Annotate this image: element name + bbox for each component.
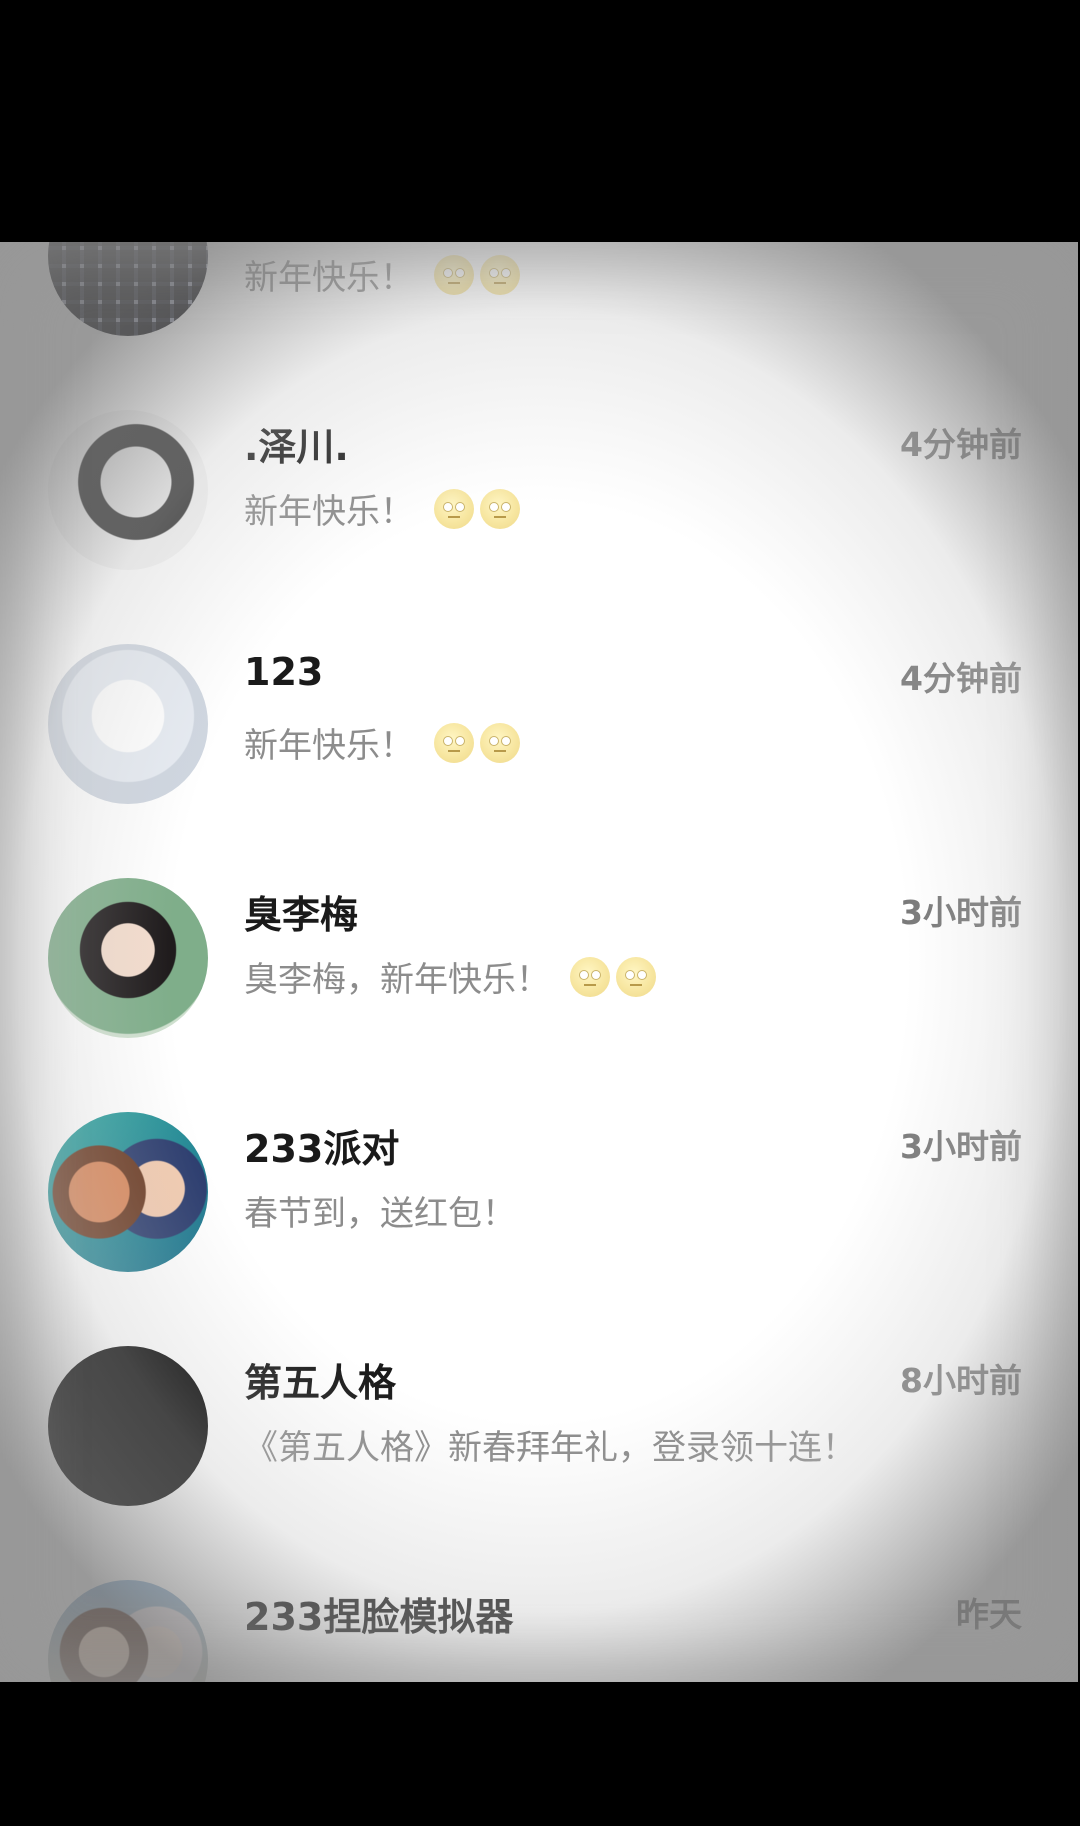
message-preview: 新年快乐！: [244, 484, 520, 533]
message-preview: 臭李梅，新年快乐！: [244, 952, 656, 1001]
chat-list-screen: 新年快乐！ .泽川. 4分钟前 新年快乐！ 123 4分钟前 新年快乐！ 臭李梅…: [0, 242, 1078, 1682]
eye-roll-emoji-icon: [480, 254, 520, 295]
contact-name: 123: [244, 650, 324, 694]
conversation-row[interactable]: 123 4分钟前 新年快乐！: [0, 644, 1078, 878]
cartoon-duo-avatar-icon[interactable]: [48, 1112, 208, 1272]
eye-roll-emoji-icon: [434, 488, 474, 529]
eye-roll-emoji-icon: [480, 722, 520, 763]
plaid-shirt-avatar-icon[interactable]: [48, 242, 208, 336]
anime-boy-sketch-avatar-icon[interactable]: [48, 410, 208, 570]
black-avatar-icon[interactable]: [48, 1346, 208, 1506]
anime-pair-avatar-icon[interactable]: [48, 1580, 208, 1682]
message-preview: 《第五人格》新春拜年礼，登录领十连！: [244, 1420, 856, 1469]
white-doll-avatar-icon[interactable]: [48, 644, 208, 804]
message-text: 《第五人格》新春拜年礼，登录领十连！: [244, 1428, 856, 1468]
costume-girl-avatar-icon[interactable]: [48, 878, 208, 1038]
contact-name: 第五人格: [244, 1361, 397, 1405]
message-time: 8小时前: [900, 1361, 1022, 1400]
message-preview: 新年快乐！: [244, 718, 520, 767]
conversation-row[interactable]: 臭李梅 3小时前 臭李梅，新年快乐！: [0, 878, 1078, 1112]
message-text: 臭李梅，新年快乐！: [244, 960, 550, 1000]
message-time: 4分钟前: [900, 425, 1022, 464]
conversation-row[interactable]: 233捏脸模拟器 昨天: [0, 1580, 1078, 1682]
message-text: 春节到，送红包！: [244, 1194, 516, 1234]
message-text: 新年快乐！: [244, 258, 414, 298]
message-time: 昨天: [956, 1595, 1022, 1634]
conversation-row[interactable]: 新年快乐！: [0, 242, 1078, 410]
contact-name: 臭李梅: [244, 893, 359, 937]
message-text: 新年快乐！: [244, 492, 414, 532]
message-time: 3小时前: [900, 1127, 1022, 1166]
eye-roll-emoji-icon: [434, 254, 474, 295]
message-preview: 新年快乐！: [244, 250, 520, 299]
conversation-row[interactable]: 233派对 3小时前 春节到，送红包！: [0, 1112, 1078, 1346]
contact-name: 233派对: [244, 1127, 400, 1171]
message-text: 新年快乐！: [244, 726, 414, 766]
message-preview: 春节到，送红包！: [244, 1186, 516, 1235]
eye-roll-emoji-icon: [480, 488, 520, 529]
eye-roll-emoji-icon: [616, 956, 656, 997]
message-time: 3小时前: [900, 893, 1022, 932]
conversation-row[interactable]: .泽川. 4分钟前 新年快乐！: [0, 410, 1078, 644]
contact-name: .泽川.: [244, 425, 349, 469]
contact-name: 233捏脸模拟器: [244, 1595, 514, 1639]
eye-roll-emoji-icon: [570, 956, 610, 997]
eye-roll-emoji-icon: [434, 722, 474, 763]
bottom-black-bar: [0, 1682, 1080, 1826]
conversation-row[interactable]: 第五人格 8小时前 《第五人格》新春拜年礼，登录领十连！: [0, 1346, 1078, 1580]
message-time: 4分钟前: [900, 659, 1022, 698]
top-black-bar: [0, 0, 1080, 242]
